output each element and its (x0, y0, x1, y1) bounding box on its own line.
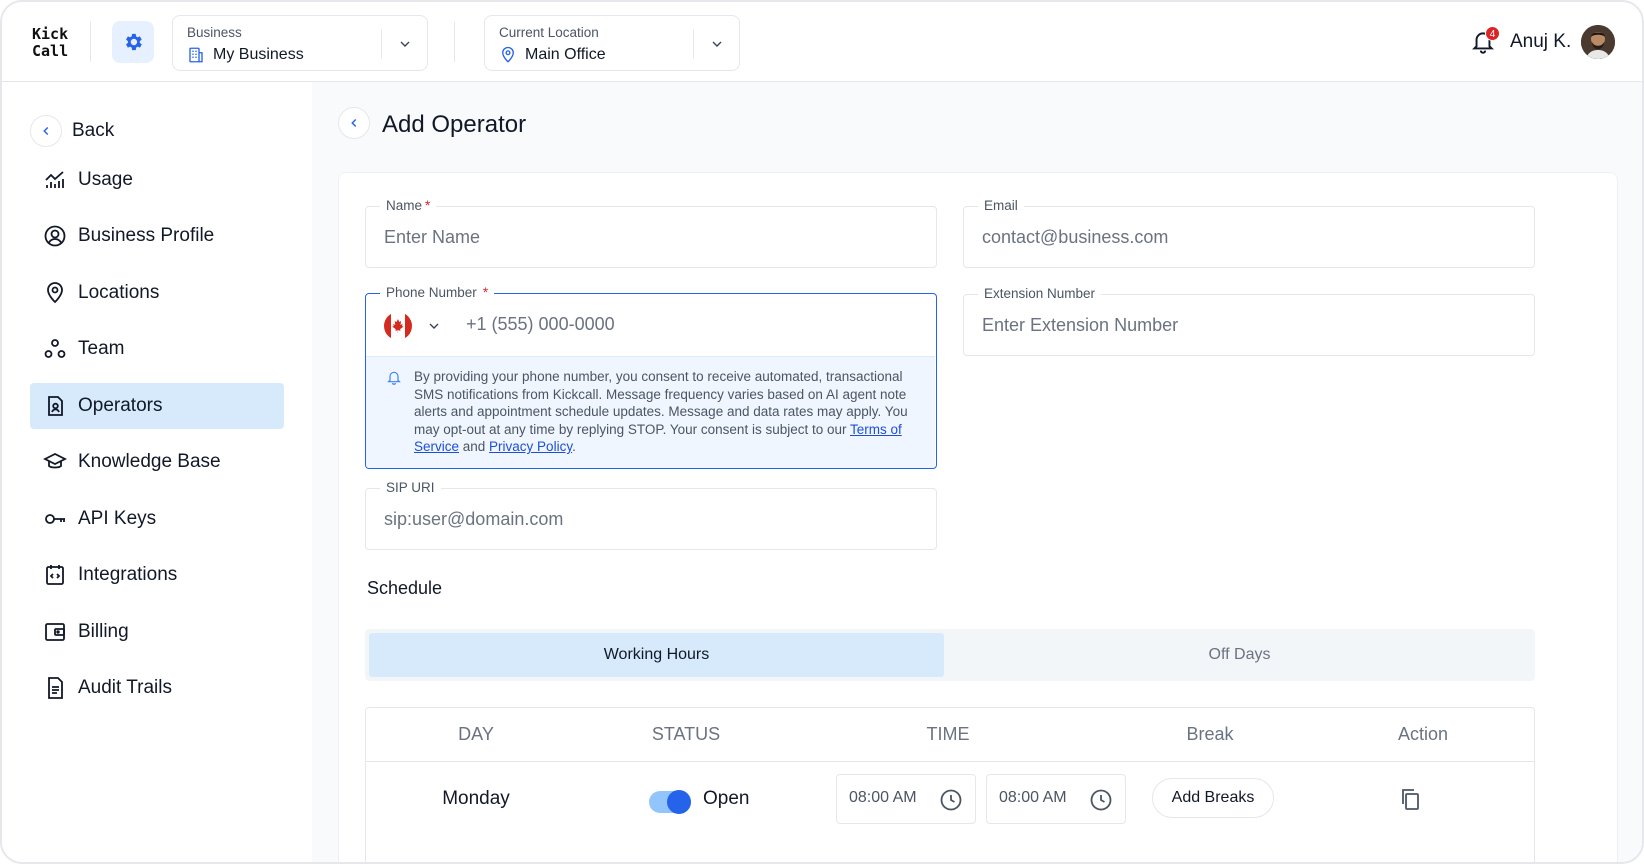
extension-number-field[interactable]: Extension Number Enter Extension Number (963, 286, 1535, 356)
sidebar-item-knowledge-base[interactable]: Knowledge Base (30, 439, 284, 485)
end-time-input[interactable]: 08:00 AM (986, 774, 1126, 824)
sidebar-item-locations[interactable]: Locations (30, 270, 284, 316)
top-bar: Kick Call Business My Business Current L… (2, 2, 1642, 82)
location-selector[interactable]: Current Location Main Office (484, 15, 740, 71)
start-time-input[interactable]: 08:00 AM (836, 774, 976, 824)
bell-icon (387, 371, 401, 385)
building-icon (189, 47, 203, 63)
avatar[interactable] (1581, 25, 1615, 59)
settings-button[interactable] (112, 21, 154, 63)
user-circle-icon (42, 223, 68, 249)
divider (90, 22, 91, 62)
logo: Kick Call (32, 25, 69, 60)
clock-icon (940, 789, 962, 811)
schedule-title: Schedule (367, 578, 443, 598)
operator-icon (42, 393, 68, 419)
table-header: DAY STATUS TIME Break Action (366, 708, 1534, 762)
sidebar-item-team[interactable]: Team (30, 326, 284, 372)
chevron-left-icon (43, 126, 49, 136)
business-selector[interactable]: Business My Business (172, 15, 428, 71)
team-icon (42, 336, 68, 362)
notification-badge: 4 (1485, 26, 1500, 41)
title-back-button[interactable] (338, 107, 370, 139)
sidebar-item-usage[interactable]: Usage (30, 157, 284, 203)
graduation-cap-icon (42, 449, 68, 475)
add-breaks-button[interactable]: Add Breaks (1152, 778, 1274, 818)
sidebar-item-audit-trails[interactable]: Audit Trails (30, 665, 284, 711)
status-toggle[interactable] (649, 790, 691, 814)
sidebar-item-api-keys[interactable]: API Keys (30, 496, 284, 542)
sidebar-item-billing[interactable]: Billing (30, 609, 284, 655)
divider (454, 22, 455, 62)
tab-working-hours[interactable]: Working Hours (369, 633, 944, 677)
tab-off-days[interactable]: Off Days (948, 633, 1531, 677)
operator-form-card: Name * Enter Name Email contact@business.… (338, 172, 1618, 862)
day-cell: Monday (442, 788, 510, 809)
user-name[interactable]: Anuj K. (1510, 31, 1571, 53)
gear-icon (126, 33, 142, 51)
sidebar: Back Usage Business Profile Locations Te… (2, 82, 312, 862)
chart-icon (42, 167, 68, 193)
canada-flag-icon[interactable] (384, 312, 412, 340)
chevron-down-icon (712, 41, 722, 47)
clock-icon (1090, 789, 1112, 811)
sidebar-item-operators[interactable]: Operators (30, 383, 284, 429)
page-title: Add Operator (382, 111, 527, 138)
email-field[interactable]: Email contact@business.com (963, 198, 1535, 268)
copy-icon[interactable] (1398, 787, 1422, 811)
map-pin-icon (42, 280, 68, 306)
schedule-table: DAY STATUS TIME Break Action Monday Open… (365, 707, 1535, 862)
key-icon (42, 506, 68, 532)
status-label: Open (703, 788, 750, 809)
chevron-down-icon[interactable] (426, 318, 442, 334)
map-pin-icon (502, 46, 514, 63)
chevron-left-icon (351, 118, 357, 128)
document-icon (42, 675, 68, 701)
sms-consent-notice: By providing your phone number, you cons… (366, 356, 935, 468)
privacy-policy-link[interactable]: Privacy Policy (489, 439, 572, 454)
phone-field[interactable]: Phone Number * +1 (555) 000-0000 By provi… (365, 285, 937, 469)
app-window: Kick Call Business My Business Current L… (0, 0, 1644, 864)
main-content: Add Operator Name * Enter Name Email cont… (312, 82, 1642, 862)
wallet-icon (42, 619, 68, 645)
name-field[interactable]: Name * Enter Name (365, 198, 937, 268)
sip-uri-field[interactable]: SIP URI sip:user@domain.com (365, 480, 937, 550)
schedule-tabs: Working Hours Off Days (365, 629, 1535, 681)
back-link[interactable]: Back (30, 114, 114, 148)
chevron-down-icon (400, 41, 410, 47)
sidebar-item-integrations[interactable]: Integrations (30, 552, 284, 598)
code-icon (42, 562, 68, 588)
sidebar-item-business-profile[interactable]: Business Profile (30, 213, 284, 259)
